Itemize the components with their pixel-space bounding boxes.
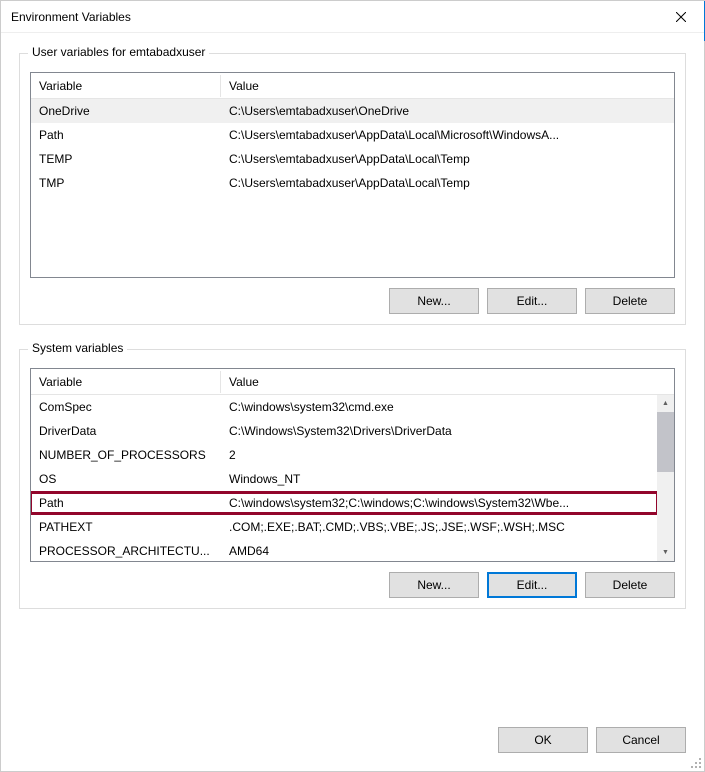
table-row-path[interactable]: Path C:\windows\system32;C:\windows;C:\w… [31, 491, 657, 515]
var-name: OS [31, 468, 221, 490]
var-name: TEMP [31, 148, 221, 170]
user-edit-button[interactable]: Edit... [487, 288, 577, 314]
user-list-body: OneDrive C:\Users\emtabadxuser\OneDrive … [31, 99, 674, 277]
table-row[interactable]: PATHEXT .COM;.EXE;.BAT;.CMD;.VBS;.VBE;.J… [31, 515, 657, 539]
table-row[interactable]: DriverData C:\Windows\System32\Drivers\D… [31, 419, 657, 443]
user-delete-button[interactable]: Delete [585, 288, 675, 314]
list-header: Variable Value [31, 369, 674, 395]
user-variables-legend: User variables for emtabadxuser [28, 45, 209, 59]
var-name: TMP [31, 172, 221, 194]
user-new-button[interactable]: New... [389, 288, 479, 314]
system-list-body: ComSpec C:\windows\system32\cmd.exe Driv… [31, 395, 674, 561]
column-header-value[interactable]: Value [221, 371, 674, 393]
table-row[interactable]: OS Windows_NT [31, 467, 657, 491]
var-value: C:\windows\system32\cmd.exe [221, 396, 657, 418]
cancel-button[interactable]: Cancel [596, 727, 686, 753]
system-new-button[interactable]: New... [389, 572, 479, 598]
var-name: Path [31, 492, 221, 514]
column-header-variable[interactable]: Variable [31, 371, 221, 393]
var-value: 2 [221, 444, 657, 466]
var-value: AMD64 [221, 540, 657, 561]
var-name: PROCESSOR_ARCHITECTU... [31, 540, 221, 561]
scroll-up-icon[interactable]: ▲ [657, 395, 674, 412]
table-row[interactable]: ComSpec C:\windows\system32\cmd.exe [31, 395, 657, 419]
table-row[interactable]: OneDrive C:\Users\emtabadxuser\OneDrive [31, 99, 674, 123]
var-name: NUMBER_OF_PROCESSORS [31, 444, 221, 466]
environment-variables-dialog: Environment Variables User variables for… [0, 0, 705, 772]
close-icon [676, 12, 686, 22]
system-edit-button[interactable]: Edit... [487, 572, 577, 598]
system-variables-legend: System variables [28, 341, 127, 355]
close-button[interactable] [658, 1, 704, 33]
system-delete-button[interactable]: Delete [585, 572, 675, 598]
user-variables-group: User variables for emtabadxuser Variable… [19, 53, 686, 325]
table-row[interactable]: TMP C:\Users\emtabadxuser\AppData\Local\… [31, 171, 674, 195]
var-name: DriverData [31, 420, 221, 442]
var-value: C:\Users\emtabadxuser\OneDrive [221, 100, 674, 122]
column-header-variable[interactable]: Variable [31, 75, 221, 97]
resize-grip-icon[interactable] [690, 757, 702, 769]
var-value: C:\Windows\System32\Drivers\DriverData [221, 420, 657, 442]
ok-button[interactable]: OK [498, 727, 588, 753]
user-buttons: New... Edit... Delete [30, 288, 675, 314]
table-row[interactable]: Path C:\Users\emtabadxuser\AppData\Local… [31, 123, 674, 147]
table-row[interactable]: NUMBER_OF_PROCESSORS 2 [31, 443, 657, 467]
system-variables-group: System variables Variable Value ComSpec … [19, 349, 686, 609]
table-row[interactable]: PROCESSOR_ARCHITECTU... AMD64 [31, 539, 657, 561]
dialog-footer: OK Cancel [1, 721, 704, 771]
scroll-track[interactable] [657, 412, 674, 544]
var-value: C:\windows\system32;C:\windows;C:\window… [221, 492, 657, 514]
dialog-content: User variables for emtabadxuser Variable… [1, 33, 704, 721]
scroll-thumb[interactable] [657, 412, 674, 472]
system-buttons: New... Edit... Delete [30, 572, 675, 598]
var-name: PATHEXT [31, 516, 221, 538]
var-name: Path [31, 124, 221, 146]
var-value: Windows_NT [221, 468, 657, 490]
window-title: Environment Variables [11, 10, 131, 24]
scrollbar[interactable]: ▲ ▼ [657, 395, 674, 561]
list-header: Variable Value [31, 73, 674, 99]
var-value: C:\Users\emtabadxuser\AppData\Local\Temp [221, 148, 674, 170]
table-row[interactable]: TEMP C:\Users\emtabadxuser\AppData\Local… [31, 147, 674, 171]
var-value: .COM;.EXE;.BAT;.CMD;.VBS;.VBE;.JS;.JSE;.… [221, 516, 657, 538]
var-name: OneDrive [31, 100, 221, 122]
var-value: C:\Users\emtabadxuser\AppData\Local\Temp [221, 172, 674, 194]
var-name: ComSpec [31, 396, 221, 418]
user-variables-list[interactable]: Variable Value OneDrive C:\Users\emtabad… [30, 72, 675, 278]
var-value: C:\Users\emtabadxuser\AppData\Local\Micr… [221, 124, 674, 146]
system-variables-list[interactable]: Variable Value ComSpec C:\windows\system… [30, 368, 675, 562]
column-header-value[interactable]: Value [221, 75, 674, 97]
scroll-down-icon[interactable]: ▼ [657, 544, 674, 561]
titlebar: Environment Variables [1, 1, 704, 33]
